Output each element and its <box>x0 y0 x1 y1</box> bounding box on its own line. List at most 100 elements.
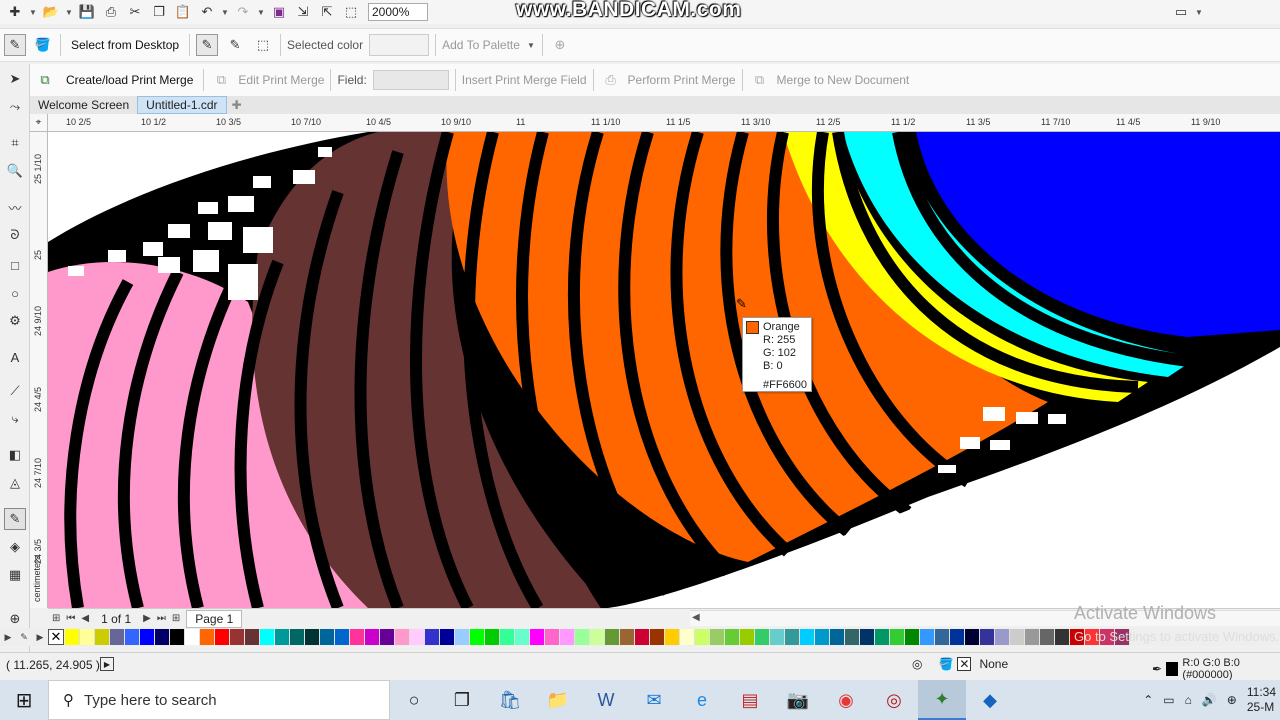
vertical-ruler[interactable]: centimeters 25 1/10 25 24 9/10 24 4/5 24 7/1… <box>30 132 48 608</box>
add-tab-icon[interactable]: ✚ <box>227 96 247 114</box>
palette-swatch[interactable] <box>65 629 80 645</box>
store-icon[interactable]: 🛍 <box>486 680 534 720</box>
palette-scroll-icon[interactable]: ▶ <box>0 628 16 646</box>
add-page-after-icon[interactable]: ⊞ <box>172 613 180 624</box>
ellipse-tool-icon[interactable]: ○ <box>4 282 26 304</box>
camera-icon[interactable]: 📷 <box>774 680 822 720</box>
palette-swatch[interactable] <box>320 629 335 645</box>
coreldraw-icon[interactable]: ✦ <box>918 680 966 720</box>
no-color-swatch[interactable]: ✕ <box>48 629 64 645</box>
connector-tool-icon[interactable]: ⤷ <box>4 408 26 430</box>
horizontal-ruler[interactable]: 10 2/5 10 1/2 10 3/5 10 7/10 10 4/5 10 9/10 11… <box>48 114 1280 132</box>
palette-swatch[interactable] <box>860 629 875 645</box>
tab-welcome-screen[interactable]: Welcome Screen <box>30 96 137 114</box>
new-document-icon[interactable]: ✚ <box>4 2 26 22</box>
spss-icon[interactable]: ▤ <box>726 680 774 720</box>
copy-icon[interactable]: ❐ <box>148 2 170 22</box>
add-page-before-icon[interactable]: ⊞ <box>52 613 60 624</box>
redo-icon[interactable]: ↷ <box>232 2 254 22</box>
network-icon[interactable]: ⌂ <box>1185 693 1192 707</box>
fill-target-icon[interactable]: ◎ <box>912 657 922 671</box>
insert-print-merge-field-button[interactable]: Insert Print Merge Field <box>462 73 587 87</box>
palette-swatch[interactable] <box>455 629 470 645</box>
export-icon[interactable]: ⇱ <box>316 2 338 22</box>
palette-swatch[interactable] <box>920 629 935 645</box>
palette-swatch[interactable] <box>650 629 665 645</box>
eyedropper-sample-icon[interactable]: ✎ <box>4 34 26 56</box>
edge-icon[interactable]: e <box>678 680 726 720</box>
scroll-left-icon[interactable]: ◀ <box>692 612 700 623</box>
open-dropdown-icon[interactable]: ▼ <box>64 2 74 22</box>
sample-5x5-icon[interactable]: ⬚ <box>252 34 274 56</box>
merge-to-new-document-button[interactable]: Merge to New Document <box>777 73 910 87</box>
taskbar-search-box[interactable]: ⚲ Type here to search <box>48 680 390 720</box>
rectangle-tool-icon[interactable]: □ <box>4 254 26 276</box>
transparency-tool-icon[interactable]: ◬ <box>4 472 26 494</box>
add-icon[interactable]: ⊕ <box>549 34 571 56</box>
palette-swatch[interactable] <box>740 629 755 645</box>
mail-icon[interactable]: ✉ <box>630 680 678 720</box>
smart-fill-icon[interactable]: ▦ <box>4 564 26 586</box>
palette-swatch[interactable] <box>1025 629 1040 645</box>
new-dropdown-icon[interactable]: ▼ <box>28 2 38 22</box>
palette-swatch[interactable] <box>995 629 1010 645</box>
palette-swatch[interactable] <box>755 629 770 645</box>
add-to-palette-button[interactable]: Add To Palette <box>442 38 520 52</box>
palette-swatch[interactable] <box>620 629 635 645</box>
parallel-dimension-icon[interactable]: ⟋ <box>4 380 26 402</box>
shape-tool-icon[interactable]: ⤳ <box>4 96 26 118</box>
status-play-icon[interactable]: ▶ <box>100 657 114 671</box>
palette-swatch[interactable] <box>95 629 110 645</box>
palette-swatch[interactable] <box>1040 629 1055 645</box>
palette-swatch[interactable] <box>335 629 350 645</box>
palette-swatch[interactable] <box>950 629 965 645</box>
text-tool-icon[interactable]: A <box>4 346 26 368</box>
task-view-icon[interactable]: ❐ <box>438 680 486 720</box>
palette-swatch[interactable] <box>710 629 725 645</box>
palette-swatch[interactable] <box>140 629 155 645</box>
perform-print-merge-button[interactable]: Perform Print Merge <box>628 73 736 87</box>
palette-swatch[interactable] <box>845 629 860 645</box>
last-page-icon[interactable]: ⏭ <box>157 613 166 624</box>
palette-swatch[interactable] <box>905 629 920 645</box>
tab-untitled-1[interactable]: Untitled-1.cdr <box>137 96 227 114</box>
palette-swatch[interactable] <box>425 629 440 645</box>
palette-swatch[interactable] <box>485 629 500 645</box>
palette-swatch[interactable] <box>365 629 380 645</box>
palette-swatch[interactable] <box>1055 629 1070 645</box>
palette-swatch[interactable] <box>695 629 710 645</box>
palette-swatch[interactable] <box>665 629 680 645</box>
palette-swatch[interactable] <box>545 629 560 645</box>
palette-swatch[interactable] <box>725 629 740 645</box>
outline-color-swatch[interactable] <box>1166 662 1179 676</box>
palette-swatch[interactable] <box>560 629 575 645</box>
sample-2x2-icon[interactable]: ✎ <box>224 34 246 56</box>
palette-swatch[interactable] <box>680 629 695 645</box>
sample-1x1-icon[interactable]: ✎ <box>196 34 219 56</box>
paste-icon[interactable]: 📋 <box>172 2 194 22</box>
chrome-icon[interactable]: ◉ <box>822 680 870 720</box>
cut-icon[interactable]: ✂ <box>124 2 146 22</box>
palette-swatch[interactable] <box>155 629 170 645</box>
fill-none-swatch[interactable]: ✕ <box>957 657 972 671</box>
palette-swatch[interactable] <box>980 629 995 645</box>
palette-swatch[interactable] <box>1010 629 1025 645</box>
windows-start-icon[interactable]: ⊞ <box>0 680 48 720</box>
palette-swatch[interactable] <box>125 629 140 645</box>
palette-swatch[interactable] <box>170 629 185 645</box>
save-icon[interactable]: 💾 <box>76 2 98 22</box>
freehand-tool-icon[interactable]: 〰 <box>4 196 26 218</box>
palette-menu-icon[interactable]: ▶ <box>32 628 48 646</box>
clock[interactable]: 11:34 25-M <box>1247 685 1276 715</box>
publish-pdf-icon[interactable]: ⬚ <box>340 2 362 22</box>
palette-swatch[interactable] <box>260 629 275 645</box>
add-tool-icon[interactable]: ⊕ <box>4 608 26 630</box>
palette-swatch[interactable] <box>635 629 650 645</box>
next-page-icon[interactable]: ▶ <box>143 613 151 624</box>
palette-swatch[interactable] <box>965 629 980 645</box>
palette-swatch[interactable] <box>245 629 260 645</box>
palette-swatch[interactable] <box>110 629 125 645</box>
pick-tool-icon[interactable]: ➤ <box>4 68 26 90</box>
crop-tool-icon[interactable]: ⌗ <box>4 132 26 154</box>
undo-dropdown-icon[interactable]: ▼ <box>220 2 230 22</box>
